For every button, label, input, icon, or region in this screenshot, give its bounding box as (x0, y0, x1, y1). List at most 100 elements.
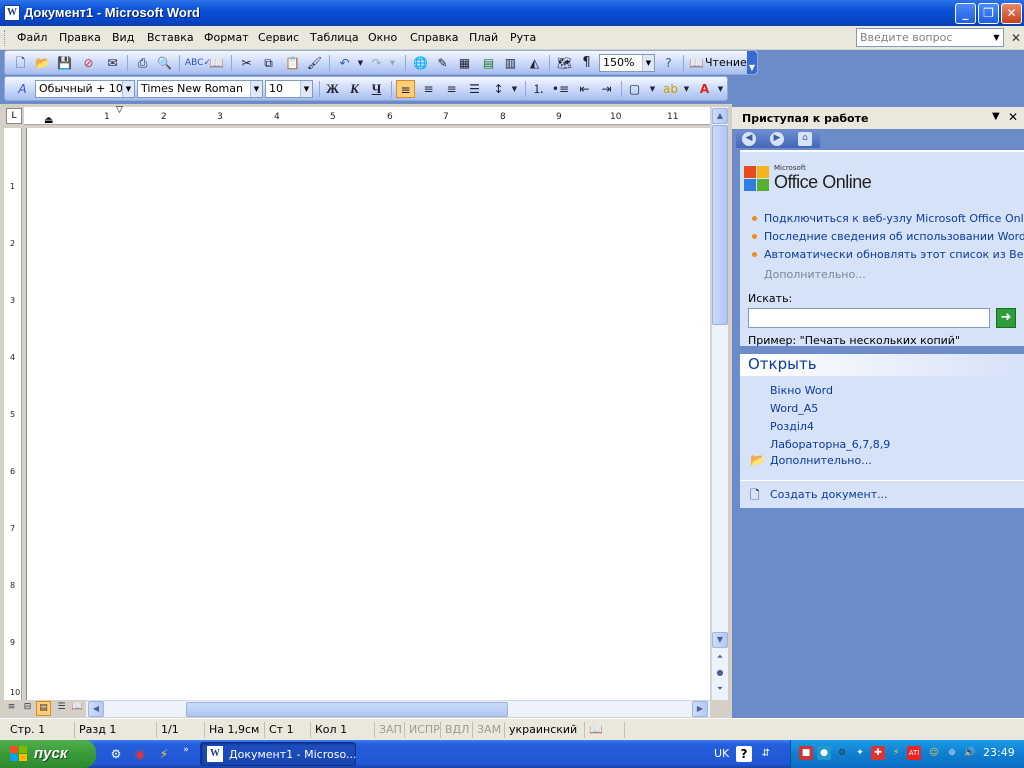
back-icon[interactable]: ◀ (742, 132, 756, 146)
borders-dropdown-icon[interactable]: ▼ (643, 80, 662, 98)
align-left-icon[interactable]: ≡ (396, 80, 415, 98)
first-line-indent-marker-icon[interactable]: ▽ (116, 105, 123, 115)
help-icon[interactable]: ? (659, 54, 678, 72)
increase-indent-icon[interactable]: ⇥ (597, 80, 616, 98)
decrease-indent-icon[interactable]: ⇤ (575, 80, 594, 98)
redo-dropdown-icon[interactable]: ▼ (383, 54, 402, 72)
word-app-icon[interactable]: W (4, 5, 20, 21)
scroll-down-icon[interactable]: ▼ (712, 632, 728, 648)
recent-file-link[interactable]: Word_A5 (770, 402, 818, 415)
horizontal-scrollbar[interactable]: ◀ ▶ (86, 700, 710, 717)
menu-format[interactable]: Формат (204, 31, 249, 44)
volume-icon[interactable]: 🔊 (963, 746, 977, 760)
document-close-icon[interactable]: ✕ (1011, 31, 1021, 45)
status-extend[interactable]: ВДЛ (440, 722, 473, 738)
menu-view[interactable]: Вид (112, 31, 134, 44)
help-icon[interactable]: ? (736, 746, 752, 762)
font-select[interactable]: Times New Roman ▼ (137, 80, 263, 98)
restore-button[interactable]: ❐ (978, 3, 999, 24)
menu-edit[interactable]: Правка (59, 31, 101, 44)
ati-tray-icon[interactable]: ATI (907, 746, 921, 760)
open-more-link[interactable]: Дополнительно... (770, 454, 872, 467)
close-icon[interactable]: ✕ (1008, 110, 1018, 124)
menu-plai[interactable]: Плай (469, 31, 498, 44)
chevron-down-icon[interactable]: ▼ (300, 81, 312, 97)
menu-file[interactable]: Файл (17, 31, 47, 44)
link-more[interactable]: Дополнительно... (764, 268, 866, 281)
horizontal-ruler[interactable]: 1 2 3 4 5 6 7 8 9 10 11 ⏏ ▽ (24, 105, 710, 126)
highlight-dropdown-icon[interactable]: ▼ (677, 80, 696, 98)
italic-button[interactable]: К (345, 80, 364, 98)
paste-icon[interactable]: 📋 (283, 54, 302, 72)
previous-page-icon[interactable]: ⏶ (712, 650, 728, 666)
chevron-down-icon[interactable]: ▼ (250, 81, 262, 97)
vertical-scrollbar[interactable]: ▲ ▼ ⏶ ● ⏷ (711, 107, 728, 700)
recent-file-link[interactable]: Вікно Word (770, 384, 833, 397)
toolbar-grip[interactable] (4, 30, 7, 46)
start-button[interactable]: пуск (0, 740, 96, 768)
insert-table-icon[interactable]: ▦ (455, 54, 474, 72)
tray-app-icon[interactable]: ● (817, 746, 831, 760)
tray-app-icon[interactable]: ■ (799, 746, 813, 760)
reading-layout-icon[interactable]: 📖 (70, 701, 85, 716)
font-size-select[interactable]: 10 ▼ (265, 80, 313, 98)
scroll-up-icon[interactable]: ▲ (712, 108, 728, 124)
vertical-ruler[interactable]: 1 2 3 4 5 6 7 8 9 10 (4, 128, 22, 700)
tray-app-icon[interactable]: ✦ (853, 746, 867, 760)
tray-app-icon[interactable]: ⊕ (945, 746, 959, 760)
chevron-down-icon[interactable]: ▼ (122, 81, 134, 97)
scroll-thumb[interactable] (186, 702, 508, 717)
title-bar[interactable]: W Документ1 - Microsoft Word _ ❐ ✕ (0, 0, 1024, 26)
spelling-status-icon[interactable]: 📖 (584, 722, 607, 738)
bullets-icon[interactable]: •≡ (551, 80, 570, 98)
reading-icon[interactable]: 📖 (687, 54, 706, 72)
toolbar-options-icon[interactable]: ▼ (747, 51, 757, 74)
research-icon[interactable]: 📖 (207, 54, 226, 72)
help-question-input[interactable]: Введите вопрос ▼ (856, 28, 1004, 47)
menu-help[interactable]: Справка (410, 31, 458, 44)
status-track-changes[interactable]: ИСПР (404, 722, 444, 738)
scroll-thumb[interactable] (712, 125, 728, 325)
tables-borders-icon[interactable]: ✎ (433, 54, 452, 72)
underline-button[interactable]: Ч (367, 80, 386, 98)
drawing-icon[interactable]: ◭ (525, 54, 544, 72)
link-latest-word-news[interactable]: Последние сведения об использовании Word (764, 230, 1024, 243)
show-formatting-icon[interactable]: ¶ (577, 54, 596, 72)
columns-icon[interactable]: ▥ (501, 54, 520, 72)
borders-icon[interactable]: ▢ (625, 80, 644, 98)
status-overtype[interactable]: ЗАМ (472, 722, 505, 738)
reading-mode-button[interactable]: Чтение (705, 56, 747, 69)
left-indent-marker-icon[interactable]: ⏏ (44, 115, 53, 126)
font-color-dropdown-icon[interactable]: ▼ (711, 80, 730, 98)
minimize-button[interactable]: _ (955, 3, 976, 24)
search-input[interactable] (748, 308, 990, 328)
close-button[interactable]: ✕ (1001, 3, 1022, 24)
email-icon[interactable]: ✉ (103, 54, 122, 72)
print-icon[interactable]: ⎙ (133, 54, 152, 72)
menu-table[interactable]: Таблица (310, 31, 359, 44)
cut-icon[interactable]: ✂ (237, 54, 256, 72)
tab-selector-icon[interactable]: L (6, 108, 22, 124)
scroll-left-icon[interactable]: ◀ (88, 701, 104, 717)
quicklaunch-more-icon[interactable]: » (178, 742, 194, 758)
hyperlink-icon[interactable]: 🌐 (411, 54, 430, 72)
zoom-select[interactable]: 150% ▼ (599, 54, 655, 72)
chevron-down-icon[interactable]: ▼ (642, 55, 654, 71)
tray-app-icon[interactable]: ⚙ (835, 746, 849, 760)
new-icon[interactable]: 🗋 (11, 54, 30, 72)
outline-view-icon[interactable]: ☰ (54, 701, 69, 716)
align-center-icon[interactable]: ≡ (419, 80, 438, 98)
insert-excel-icon[interactable]: ▤ (479, 54, 498, 72)
numbering-icon[interactable]: ⒈ (529, 80, 548, 98)
menu-insert[interactable]: Вставка (147, 31, 194, 44)
select-browse-object-icon[interactable]: ● (712, 666, 728, 682)
normal-view-icon[interactable]: ≡ (4, 701, 19, 716)
language-indicator[interactable]: UK (714, 747, 729, 760)
print-preview-icon[interactable]: 🔍 (155, 54, 174, 72)
opera-icon[interactable]: ◉ (132, 746, 148, 762)
recent-file-link[interactable]: Лабораторна_6,7,8,9 (770, 438, 890, 451)
save-icon[interactable]: 💾 (55, 54, 74, 72)
link-auto-update-list[interactable]: Автоматически обновлять этот список из В… (764, 248, 1024, 261)
line-spacing-dropdown-icon[interactable]: ▼ (505, 80, 524, 98)
link-connect-office-online[interactable]: Подключиться к веб-узлу Microsoft Office… (764, 212, 1024, 225)
